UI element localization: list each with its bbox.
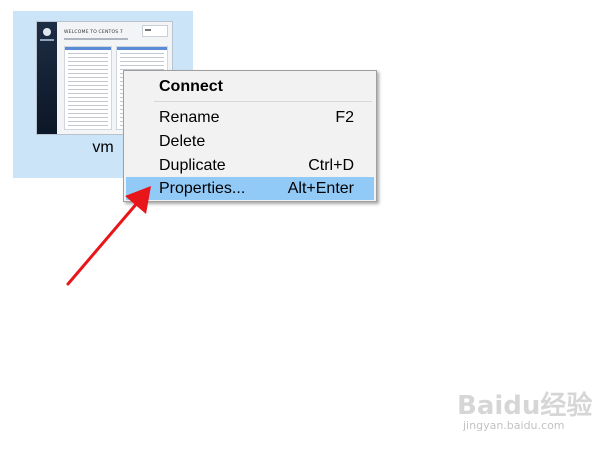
watermark-logo: Baidu经验 (457, 391, 593, 421)
watermark-url: jingyan.baidu.com (463, 419, 565, 432)
baidu-watermark: Baidu经验 jingyan.baidu.com (455, 383, 595, 438)
